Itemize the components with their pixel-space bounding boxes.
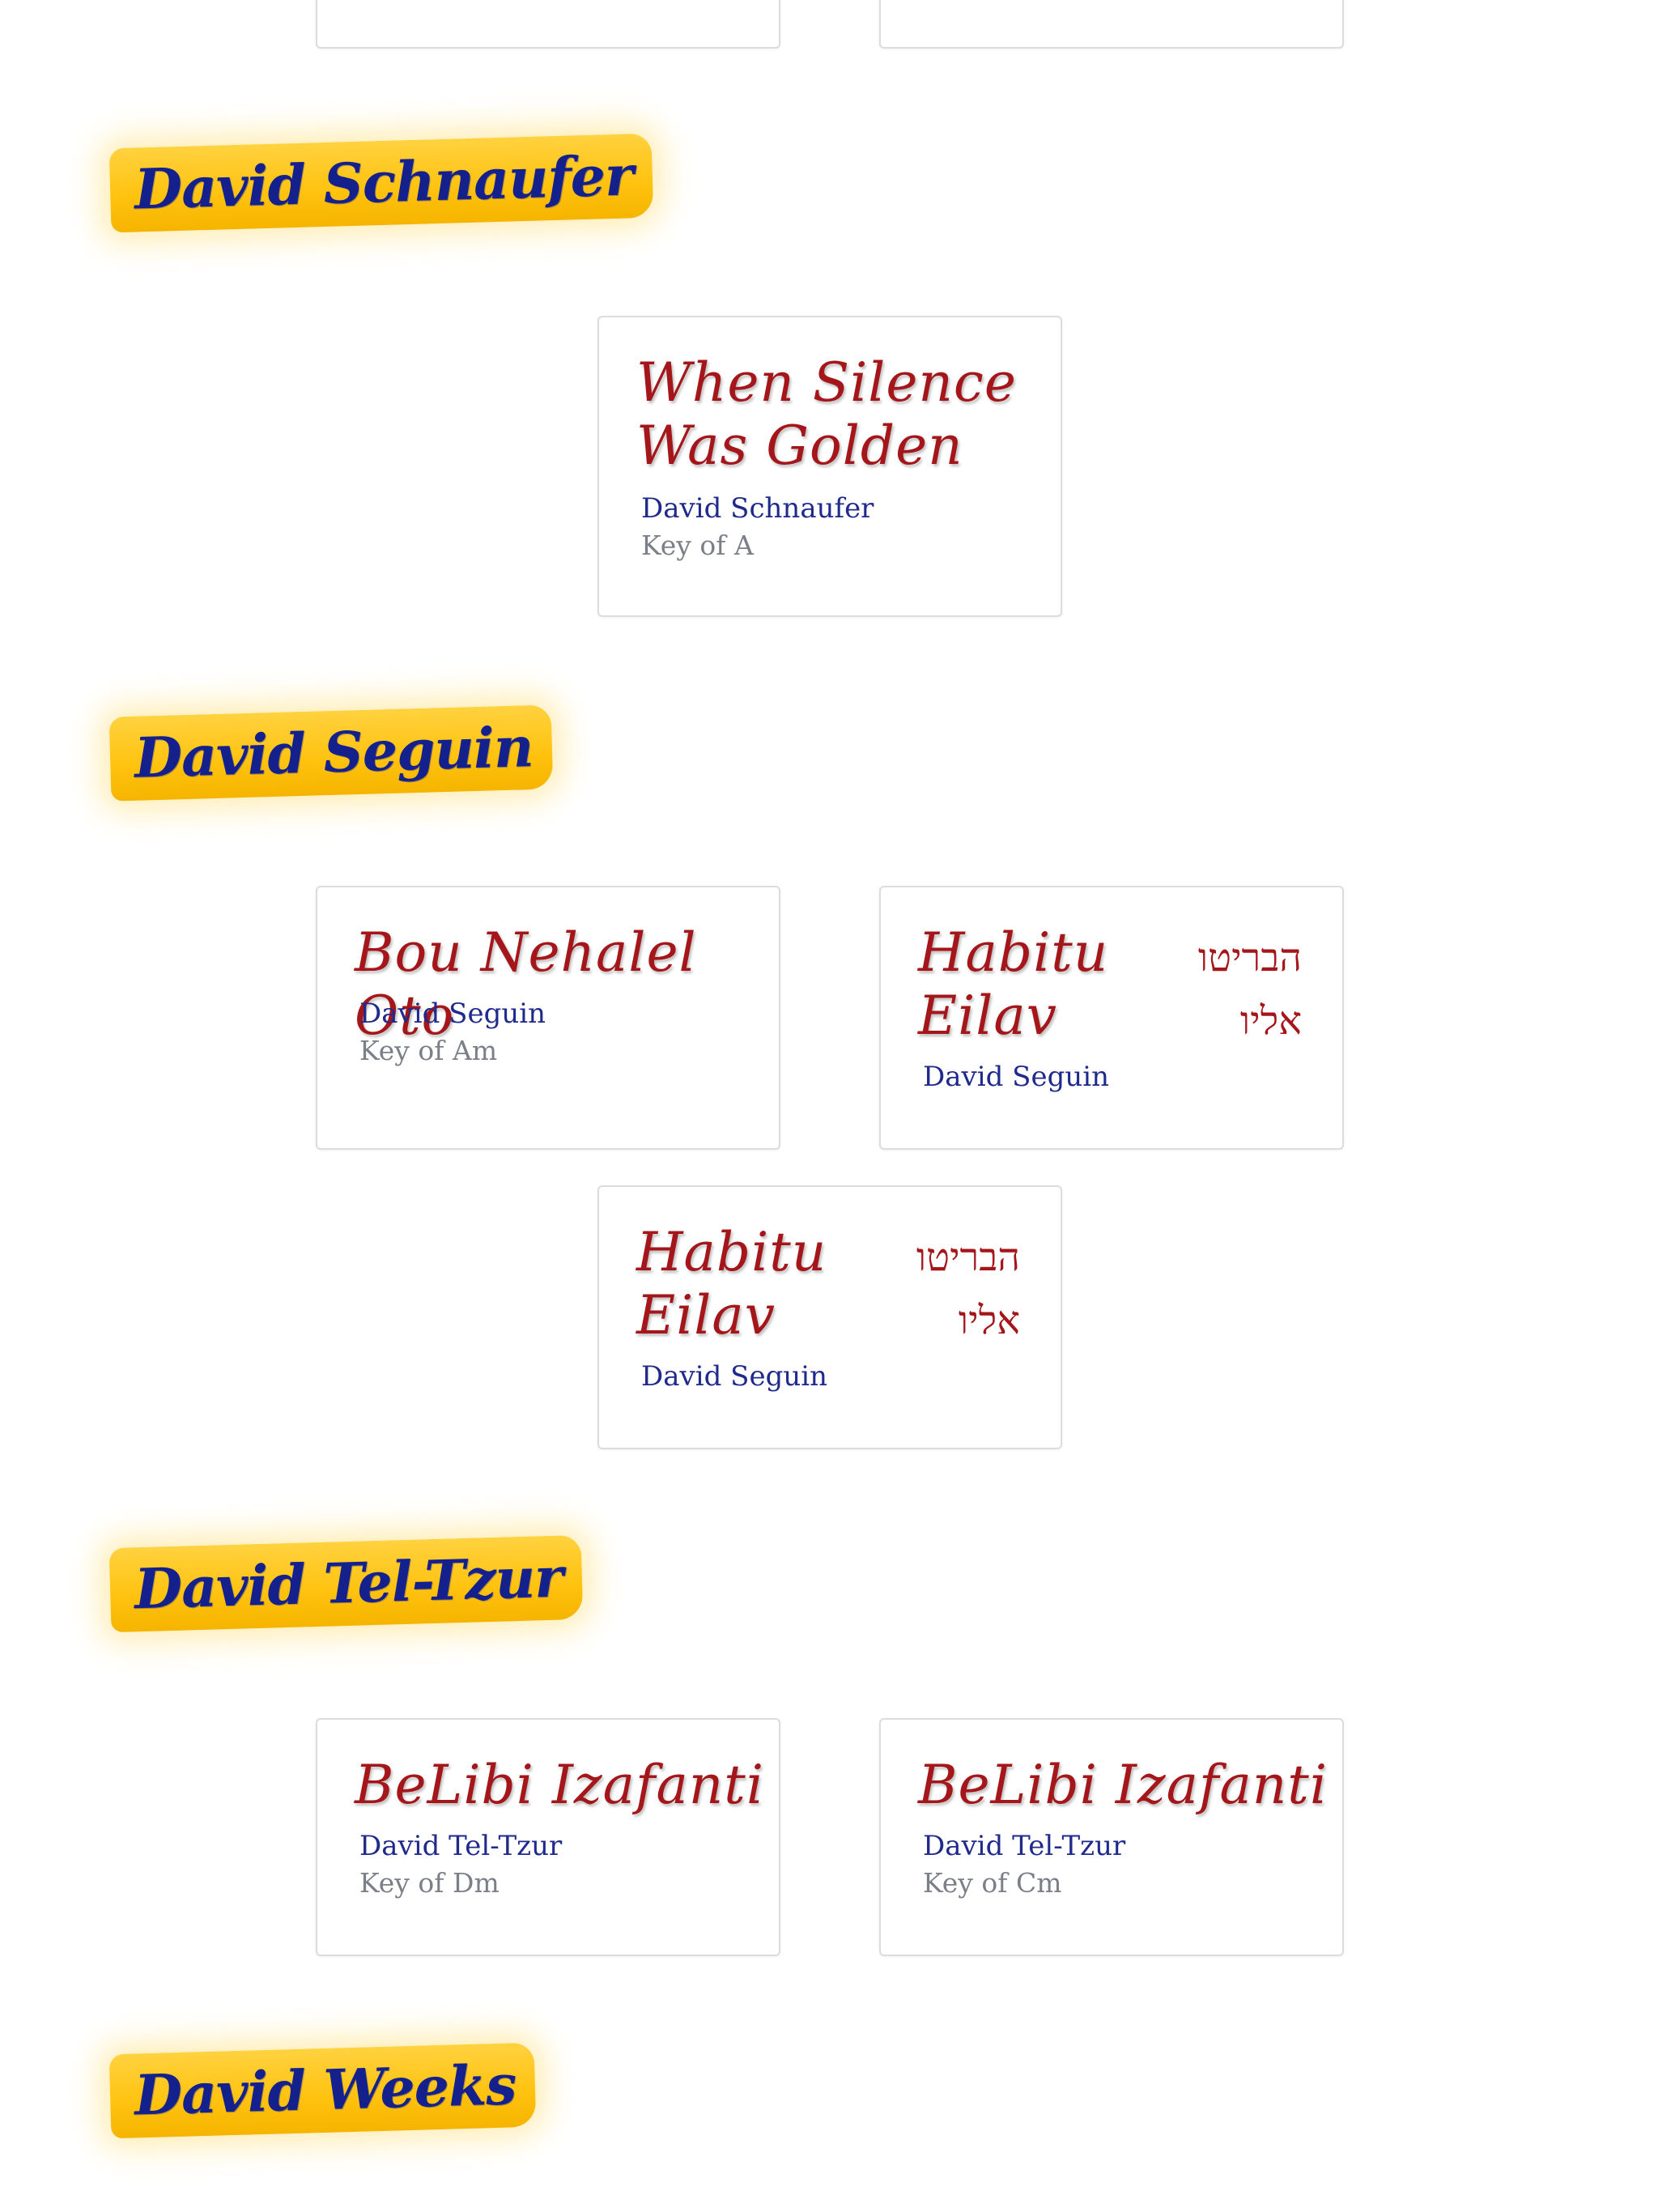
song-key: Key of A: [641, 530, 754, 561]
song-card[interactable]: When Silence Was Golden David Schnaufer …: [597, 316, 1062, 617]
song-title-hebrew: הבריטו אליו: [1197, 935, 1302, 1044]
song-title-hebrew: הבריטו אליו: [916, 1235, 1020, 1343]
song-card[interactable]: BeLibi Izafanti David Tel-Tzur Key of Dm: [316, 1718, 780, 1956]
artist-heading-david-seguin: David Seguin: [108, 704, 554, 802]
song-artist: David Schnaufer: [641, 492, 874, 525]
song-title: When Silence Was Golden: [636, 351, 1017, 477]
song-card-previous-left[interactable]: [316, 0, 780, 49]
song-card[interactable]: Bou Nehalel Oto David Seguin Key of Am: [316, 886, 780, 1150]
song-title: BeLibi Izafanti: [918, 1754, 1328, 1816]
artist-heading-david-schnaufer: David Schnaufer: [108, 133, 654, 233]
song-key: Key of Dm: [359, 1867, 500, 1899]
song-artist: David Tel-Tzur: [359, 1830, 563, 1862]
artist-heading-label: David Schnaufer: [134, 143, 634, 223]
song-key: Key of Cm: [923, 1867, 1062, 1899]
song-card-previous-right[interactable]: [879, 0, 1344, 49]
artist-heading-david-weeks: David Weeks: [108, 2042, 537, 2139]
artist-heading-label: David Weeks: [133, 2052, 517, 2129]
song-card[interactable]: Habitu Eilav הבריטו אליו David Seguin: [879, 886, 1344, 1150]
song-title: Habitu Eilav: [918, 921, 1109, 1047]
song-title: BeLibi Izafanti: [355, 1754, 764, 1816]
artist-heading-label: David Seguin: [133, 715, 534, 791]
song-artist: David Seguin: [641, 1360, 828, 1393]
artist-heading-label: David Tel-Tzur: [133, 1545, 563, 1623]
song-key: Key of Am: [359, 1035, 498, 1066]
artist-heading-david-tel-tzur: David Tel-Tzur: [108, 1534, 584, 1633]
song-title: Habitu Eilav: [636, 1221, 827, 1346]
song-artist: David Seguin: [923, 1061, 1110, 1093]
song-artist: David Seguin: [359, 998, 546, 1030]
song-artist: David Tel-Tzur: [923, 1830, 1126, 1862]
song-card[interactable]: Habitu Eilav הבריטו אליו David Seguin: [597, 1185, 1062, 1449]
song-card[interactable]: BeLibi Izafanti David Tel-Tzur Key of Cm: [879, 1718, 1344, 1956]
